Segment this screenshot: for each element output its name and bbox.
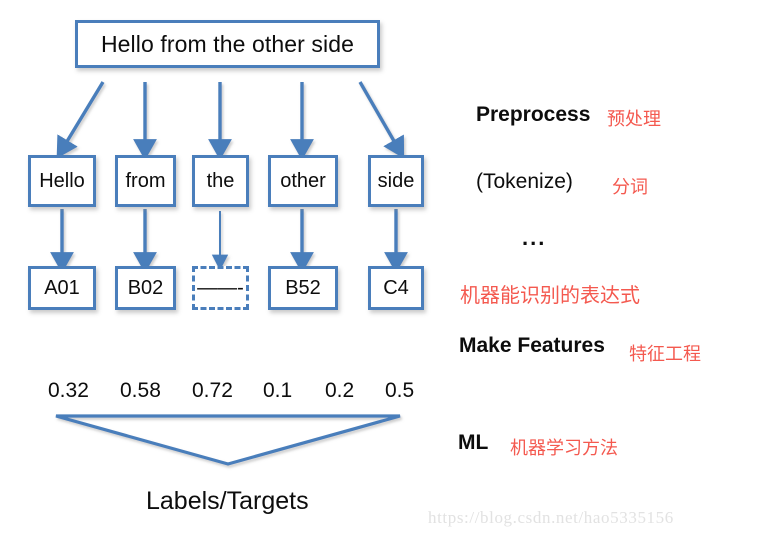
token-box-1: from (115, 155, 176, 207)
feature-value-1: 0.58 (120, 379, 161, 402)
encode-arrows (50, 209, 408, 274)
ml-funnel-triangle (55, 414, 401, 466)
code-label: A01 (44, 276, 80, 299)
token-label: Hello (39, 169, 85, 192)
feature-value-2: 0.72 (192, 379, 233, 402)
stage-label-machine-expression-cn: 机器能识别的表达式 (460, 283, 640, 307)
feature-vector: 0.32 0.58 0.72 0.1 0.2 0.5 (40, 379, 420, 405)
split-arrow-5 (358, 81, 405, 159)
input-sentence-text: Hello from the other side (100, 30, 355, 57)
code-box-2-unknown: ——- (192, 266, 249, 310)
feature-value-0: 0.32 (48, 379, 89, 402)
token-box-3: other (268, 155, 338, 207)
labels-targets-text: Labels/Targets (146, 487, 309, 515)
watermark-text: https://blog.csdn.net/hao5335156 (428, 508, 674, 527)
code-box-4: C4 (368, 266, 424, 310)
code-label: ——- (197, 276, 244, 299)
code-label: B02 (127, 276, 164, 299)
code-box-0: A01 (28, 266, 96, 310)
stage-label-preprocess-en: Preprocess (476, 103, 591, 126)
code-label: B52 (285, 276, 321, 299)
split-arrows (56, 81, 405, 161)
token-label: from (125, 169, 166, 192)
token-label: side (377, 169, 415, 192)
feature-value-3: 0.1 (263, 379, 293, 402)
stage-label-preprocess-cn: 预处理 (607, 109, 661, 130)
split-arrow-1 (56, 81, 105, 159)
feature-value-4: 0.2 (325, 379, 355, 402)
code-box-1: B02 (115, 266, 176, 310)
stage-label-ml-cn: 机器学习方法 (510, 438, 618, 459)
token-box-4: side (368, 155, 424, 207)
token-label: the (206, 169, 235, 192)
token-box-2: the (192, 155, 249, 207)
feature-value-5: 0.5 (385, 379, 415, 402)
stage-label-tokenize-en: (Tokenize) (476, 170, 573, 193)
code-box-3: B52 (268, 266, 338, 310)
input-sentence-box: Hello from the other side (75, 20, 380, 68)
token-box-0: Hello (28, 155, 96, 207)
stage-label-make-features-cn: 特征工程 (629, 344, 701, 365)
ellipsis-text: ... (522, 225, 547, 250)
token-label: other (280, 169, 326, 192)
diagram-canvas: Hello from the other side Hello from the… (0, 0, 762, 544)
stage-label-make-features-en: Make Features (459, 334, 605, 357)
stage-label-tokenize-cn: 分词 (612, 177, 648, 198)
code-label: C4 (383, 276, 409, 299)
stage-label-ml-en: ML (458, 431, 489, 454)
